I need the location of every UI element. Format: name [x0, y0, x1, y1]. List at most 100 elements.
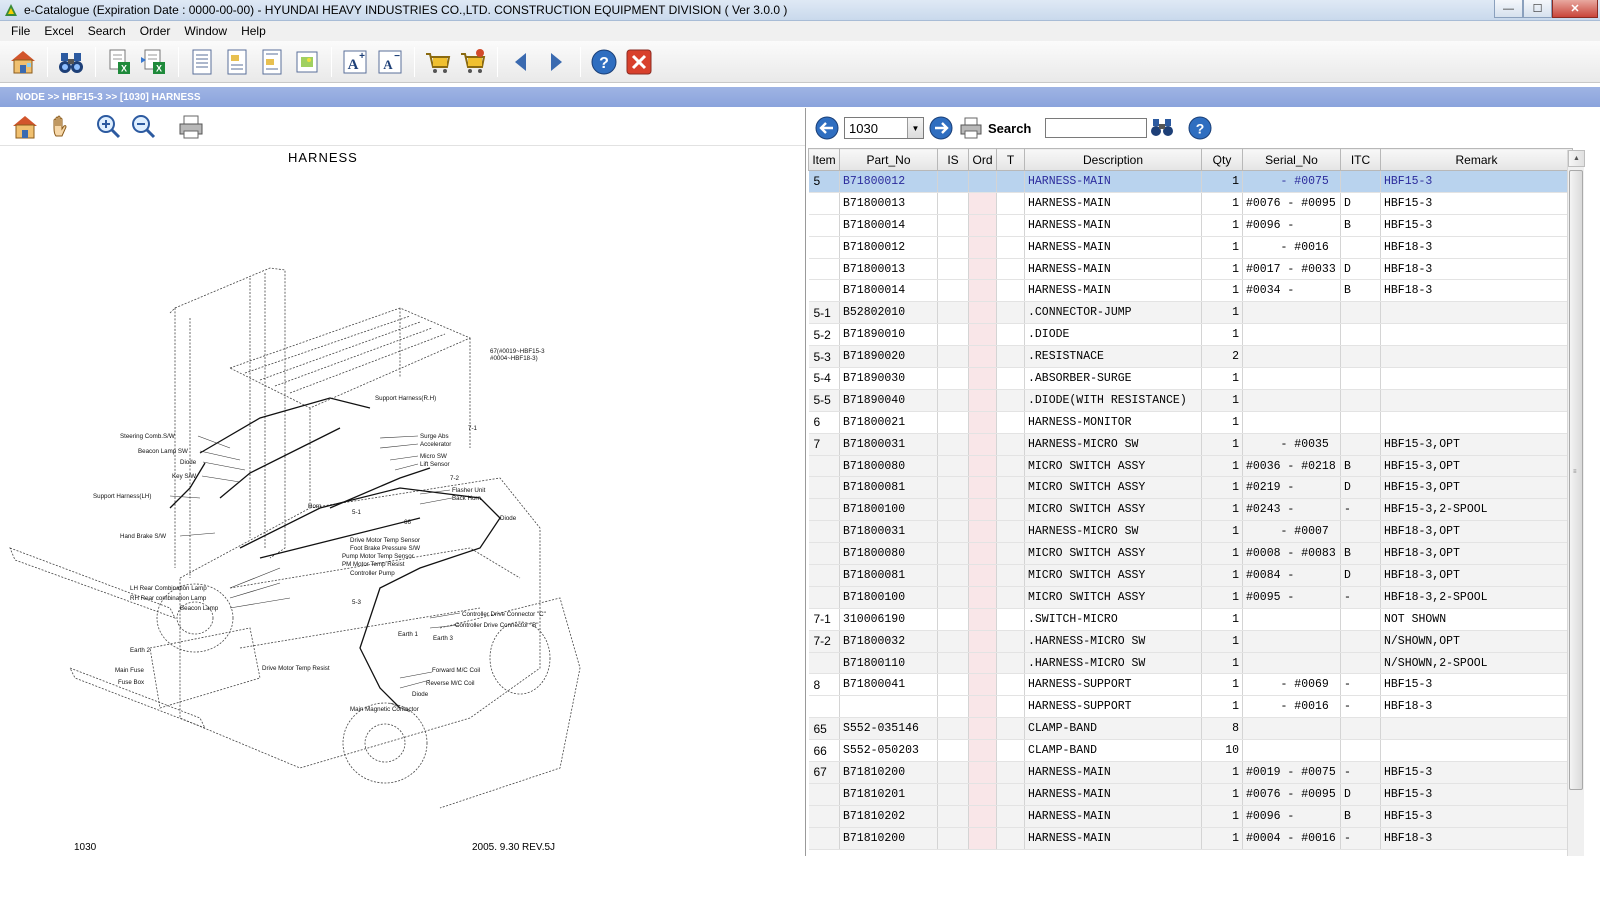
- cell-item: 7: [808, 433, 840, 456]
- zoom-out-button[interactable]: [126, 110, 160, 144]
- table-row[interactable]: 7-1 310006190 .SWITCH-MICRO 1 NOT SHOWN: [808, 608, 1573, 631]
- table-row[interactable]: B71800013 HARNESS-MAIN 1 #0017 - #0033 D HBF1…: [808, 258, 1573, 281]
- cell-part-no: B71800014: [839, 214, 938, 237]
- column-header-t[interactable]: T: [996, 148, 1025, 171]
- column-header-description[interactable]: Description: [1024, 148, 1202, 171]
- column-header-itc[interactable]: ITC: [1340, 148, 1381, 171]
- column-header-item[interactable]: Item: [808, 148, 840, 171]
- menu-window[interactable]: Window: [177, 24, 234, 38]
- document-list-button[interactable]: [185, 45, 219, 79]
- excel-import-button[interactable]: X: [137, 45, 171, 79]
- table-row[interactable]: B71800100 MICRO SWITCH ASSY 1 #0095 - - HBF18…: [808, 586, 1573, 609]
- table-row[interactable]: B71800100 MICRO SWITCH ASSY 1 #0243 - - HBF15…: [808, 498, 1573, 522]
- maximize-button[interactable]: ☐: [1523, 0, 1552, 18]
- drawing-toolbar: [0, 108, 805, 146]
- table-row[interactable]: 6 B71800021 HARNESS-MONITOR 1: [808, 411, 1573, 434]
- table-row[interactable]: B71800080 MICRO SWITCH ASSY 1 #0036 - #0218…: [808, 455, 1573, 478]
- table-row[interactable]: B71800013 HARNESS-MAIN 1 #0076 - #0095 D HBF1…: [808, 192, 1573, 215]
- cell-itc: [1340, 630, 1381, 653]
- cell-itc: [1340, 301, 1381, 325]
- column-header-is[interactable]: IS: [937, 148, 969, 171]
- table-row[interactable]: 7 B71800031 HARNESS-MICRO SW 1 - #0035 HBF15…: [808, 433, 1573, 456]
- table-row[interactable]: B71800081 MICRO SWITCH ASSY 1 #0219 - D HBF15…: [808, 476, 1573, 500]
- exit-button[interactable]: [622, 45, 656, 79]
- binoculars-icon[interactable]: [1149, 115, 1175, 141]
- zoom-in-button[interactable]: [91, 110, 125, 144]
- document-image-list-button[interactable]: [255, 45, 289, 79]
- toolbar-separator: [580, 46, 581, 77]
- table-row[interactable]: B71800031 HARNESS-MICRO SW 1 - #0007 HBF18-…: [808, 520, 1573, 544]
- printer-icon[interactable]: [958, 115, 984, 141]
- column-header-part-no[interactable]: Part_No: [839, 148, 938, 171]
- document-image-button[interactable]: [220, 45, 254, 79]
- forward-button[interactable]: [539, 45, 573, 79]
- harness-drawing[interactable]: 67(#0019~HBF15-3 #0004~HBF18-3) Support H…: [0, 248, 600, 898]
- search-input[interactable]: [1045, 118, 1148, 138]
- table-row[interactable]: 66 S552-050203 CLAMP-BAND 10: [808, 739, 1573, 763]
- table-row[interactable]: 8 B71800041 HARNESS-SUPPORT 1 - #0069- HBF15…: [808, 673, 1573, 697]
- help-button[interactable]: ?: [587, 45, 621, 79]
- print-drawing-button[interactable]: [174, 110, 208, 144]
- cell-remark: NOT SHOWN: [1380, 608, 1573, 631]
- table-row[interactable]: B71810202 HARNESS-MAIN 1 #0096 - B HBF15-3: [808, 805, 1573, 828]
- table-row[interactable]: B71800014 HARNESS-MAIN 1 #0096 - B HBF15-3: [808, 214, 1573, 237]
- column-header-qty[interactable]: Qty: [1201, 148, 1243, 171]
- drawing-home-button[interactable]: [8, 110, 42, 144]
- table-row[interactable]: B71810201 HARNESS-MAIN 1 #0076 - #0095 D HBF1…: [808, 783, 1573, 806]
- scroll-up-button[interactable]: ▲: [1568, 150, 1585, 167]
- label-earth-2: Earth 2: [130, 647, 151, 654]
- cell-t: [996, 367, 1025, 390]
- menu-order[interactable]: Order: [133, 24, 178, 38]
- back-arrow-icon[interactable]: [814, 115, 840, 141]
- back-button[interactable]: [504, 45, 538, 79]
- table-row[interactable]: B71800110 .HARNESS-MICRO SW 1 N/SHOWN,2-SPO…: [808, 652, 1573, 675]
- cell-serial-no: - #0016: [1242, 236, 1341, 259]
- pan-button[interactable]: [43, 110, 77, 144]
- close-window-button[interactable]: ✕: [1552, 0, 1598, 18]
- table-row[interactable]: 5-2 B71890010 .DIODE 1: [808, 323, 1573, 347]
- table-row[interactable]: B71800080 MICRO SWITCH ASSY 1 #0008 - #0083…: [808, 542, 1573, 566]
- table-row[interactable]: 65 S552-035146 CLAMP-BAND 8: [808, 717, 1573, 741]
- cell-ord: [968, 564, 997, 587]
- table-row[interactable]: 5-1 B52802010 .CONNECTOR-JUMP 1: [808, 301, 1573, 325]
- table-row[interactable]: 7-2 B71800032 .HARNESS-MICRO SW 1 N/SHOWN,OP…: [808, 630, 1573, 653]
- table-row[interactable]: B71800081 MICRO SWITCH ASSY 1 #0084 - D HBF18…: [808, 564, 1573, 587]
- cell-serial-no: #0243 -: [1242, 498, 1341, 522]
- cart-view-button[interactable]: [456, 45, 490, 79]
- table-row[interactable]: 67 B71810200 HARNESS-MAIN 1 #0019 - #0075- HB…: [808, 761, 1573, 784]
- forward-arrow-icon[interactable]: [928, 115, 954, 141]
- font-increase-button[interactable]: A +: [338, 45, 372, 79]
- menu-excel[interactable]: Excel: [37, 24, 80, 38]
- font-decrease-button[interactable]: A −: [373, 45, 407, 79]
- table-row[interactable]: B71800014 HARNESS-MAIN 1 #0034 - B HBF18-3: [808, 279, 1573, 303]
- cell-item: 7-2: [808, 630, 840, 653]
- home-button[interactable]: [6, 45, 40, 79]
- cart-add-button[interactable]: [421, 45, 455, 79]
- help-icon[interactable]: ?: [1187, 115, 1213, 141]
- cell-ord: [968, 433, 997, 456]
- page-selector[interactable]: 1030 ▼: [844, 117, 924, 139]
- parts-scrollbar[interactable]: ▲ ≡: [1567, 150, 1585, 856]
- menu-search[interactable]: Search: [81, 24, 133, 38]
- table-row[interactable]: HARNESS-SUPPORT 1 - #0016- HBF18-3: [808, 695, 1573, 719]
- table-row[interactable]: 5-4 B71890030 .ABSORBER-SURGE 1: [808, 367, 1573, 390]
- cell-ord: [968, 608, 997, 631]
- minimize-button[interactable]: —: [1494, 0, 1523, 18]
- table-row[interactable]: B71800012 HARNESS-MAIN 1 - #0016 HBF18-3: [808, 236, 1573, 259]
- column-header-remark[interactable]: Remark: [1380, 148, 1573, 171]
- cell-item: 6: [808, 411, 840, 434]
- table-row[interactable]: 5-3 B71890020 .RESISTNACE 2: [808, 345, 1573, 369]
- menu-help[interactable]: Help: [234, 24, 273, 38]
- excel-export-button[interactable]: X: [102, 45, 136, 79]
- table-row[interactable]: B71810200 HARNESS-MAIN 1 #0004 - #0016- HBF1…: [808, 827, 1573, 850]
- find-button[interactable]: [54, 45, 88, 79]
- chevron-down-icon[interactable]: ▼: [907, 118, 923, 138]
- column-header-serial-no[interactable]: Serial_No: [1242, 148, 1341, 171]
- table-row[interactable]: 5 B71800012 HARNESS-MAIN 1 - #0075 HBF15-3: [808, 170, 1573, 193]
- table-row[interactable]: 5-5 B71890040 .DIODE(WITH RESISTANCE) 1: [808, 389, 1573, 412]
- document-picture-button[interactable]: [290, 45, 324, 79]
- cell-serial-no: [1242, 301, 1341, 325]
- menu-file[interactable]: File: [4, 24, 37, 38]
- column-header-ord[interactable]: Ord: [968, 148, 997, 171]
- scroll-thumb[interactable]: ≡: [1569, 170, 1583, 790]
